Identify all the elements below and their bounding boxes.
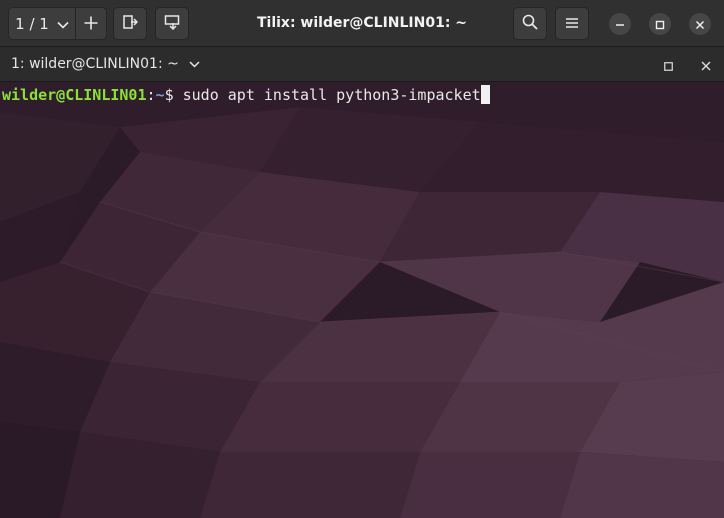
add-session-button[interactable]	[75, 7, 107, 40]
prompt-symbol: $	[164, 86, 183, 104]
session-switcher-label: 1 / 1	[15, 14, 49, 33]
split-right-button[interactable]	[113, 7, 147, 40]
prompt-path: ~	[155, 86, 165, 104]
text-cursor	[480, 85, 490, 104]
chevron-down-icon	[189, 47, 200, 82]
terminal-close-button[interactable]	[699, 58, 713, 72]
split-down-icon	[164, 14, 180, 34]
search-button[interactable]	[513, 7, 547, 40]
terminal-background-wallpaper	[0, 82, 724, 518]
close-icon	[701, 56, 711, 75]
maximize-button[interactable]	[649, 13, 671, 35]
split-right-icon	[122, 14, 139, 34]
minimize-button[interactable]	[609, 13, 631, 35]
window-title: Tilix: wilder@CLINLIN01: ~	[256, 15, 468, 31]
session-switcher-button[interactable]: 1 / 1	[8, 7, 76, 40]
terminal-maximize-button[interactable]	[661, 58, 675, 72]
chevron-down-icon	[57, 15, 69, 33]
close-button[interactable]	[689, 13, 711, 35]
terminal-command-line: wilder@CLINLIN01:~$ sudo apt install pyt…	[2, 85, 490, 105]
tilix-window: 1 / 1 Tilix: wilder@CLINLIN01: ~ 1: wild…	[0, 0, 724, 518]
prompt-separator: :	[146, 86, 156, 104]
maximize-icon	[663, 56, 673, 75]
search-icon	[522, 14, 538, 34]
terminal-title-bar: 1: wilder@CLINLIN01: ~	[0, 47, 724, 82]
menu-button[interactable]	[555, 7, 589, 40]
command-text: sudo apt install python3-impacket	[182, 86, 481, 104]
terminal-title-dropdown[interactable]: 1: wilder@CLINLIN01: ~	[11, 47, 200, 82]
prompt-user-host: wilder@CLINLIN01	[2, 86, 147, 104]
terminal-title-label: 1: wilder@CLINLIN01: ~	[11, 56, 179, 72]
terminal-area[interactable]: wilder@CLINLIN01:~$ sudo apt install pyt…	[0, 82, 724, 518]
hamburger-menu-icon	[565, 14, 579, 33]
minimize-icon	[615, 15, 625, 34]
close-icon	[695, 15, 705, 34]
maximize-icon	[655, 15, 665, 34]
split-down-button[interactable]	[155, 7, 189, 40]
plus-icon	[84, 11, 98, 36]
header-bar: 1 / 1 Tilix: wilder@CLINLIN01: ~	[0, 0, 724, 47]
